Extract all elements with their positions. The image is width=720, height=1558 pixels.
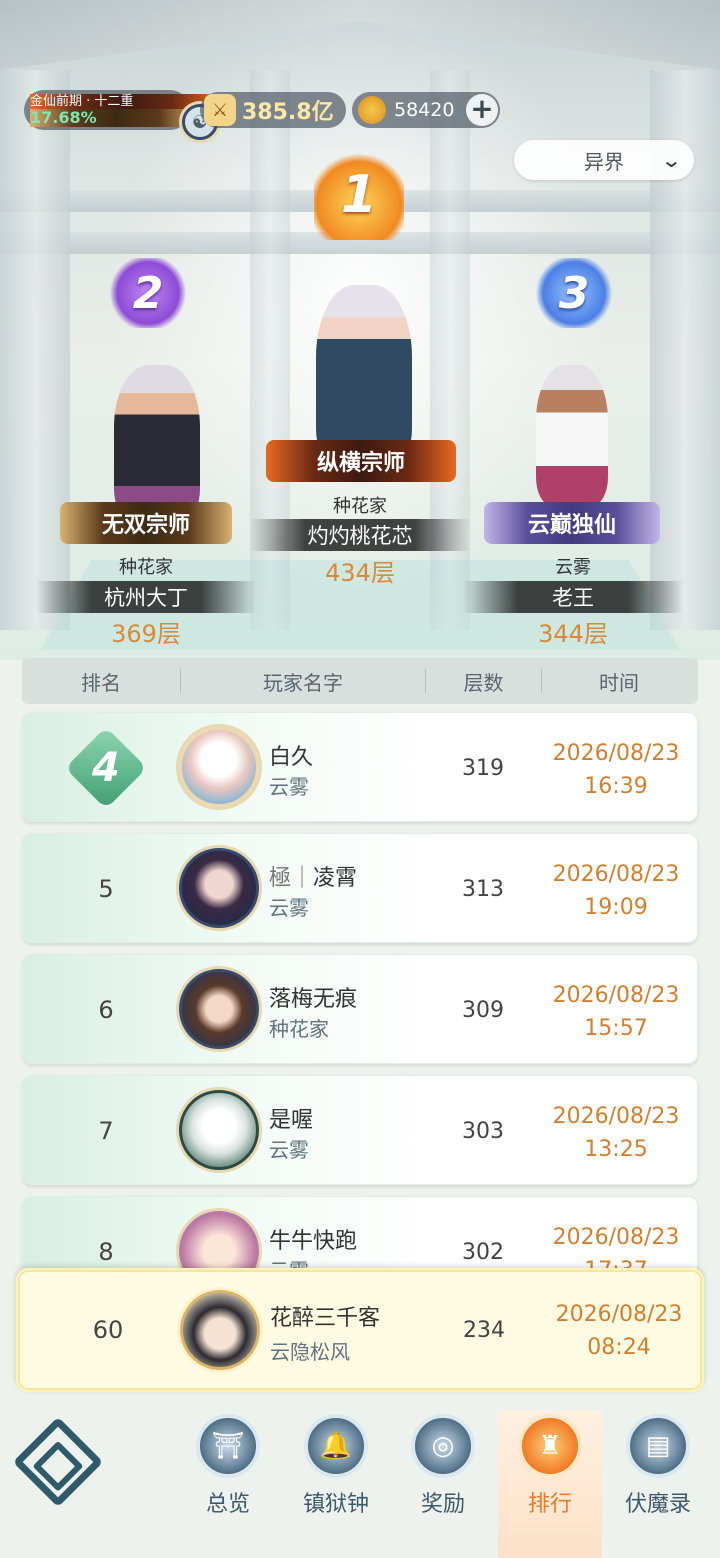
realm-selector-value: 异界 (584, 149, 624, 174)
realm-progress: 17.68% (30, 108, 202, 127)
floors-value: 319 (462, 755, 504, 781)
tab-overview[interactable]: ⛩ 总览 (176, 1410, 280, 1558)
floors-value: 313 (462, 876, 504, 902)
pagoda-icon: ⛩ (196, 1414, 260, 1478)
tab-label: 奖励 (420, 1492, 465, 1517)
game-logo-icon[interactable] (12, 1416, 104, 1508)
rank-number: 5 (98, 875, 114, 903)
roof-eave-left (0, 0, 360, 70)
ranking-table-header: 排名 玩家名字 层数 时间 (22, 658, 698, 704)
my-rank-number: 60 (92, 1316, 124, 1344)
currency-display[interactable]: 58420 + (352, 92, 500, 128)
ranking-icon: ♜ (518, 1414, 582, 1478)
player-sect: 种花家 (269, 1017, 329, 1041)
tab-label: 排行 (527, 1492, 572, 1517)
rank-number: 4 (92, 745, 120, 791)
player-name: 白久 (269, 745, 314, 770)
rank-3-name[interactable]: 老王 (463, 581, 683, 613)
crossed-swords-icon: ⚔ (204, 94, 236, 126)
table-row[interactable]: 5 極｜凌霄 云雾 313 2026/08/23 19:09 (22, 833, 698, 943)
player-name: 牛牛快跑 (269, 1229, 358, 1254)
header-rank: 排名 (81, 670, 121, 695)
player-sect: 云雾 (269, 896, 309, 920)
rank-1-character[interactable] (316, 285, 412, 465)
bottom-navigation: ⛩ 总览 🔔 镇狱钟 ◎ 奖励 ♜ 排行 ▤ 伏魔录 (0, 1400, 720, 1558)
rank-cell: 4 (23, 713, 189, 823)
table-row[interactable]: 4 白久 云雾 319 2026/08/23 16:39 (22, 712, 698, 822)
player-name: 極｜凌霄 (269, 866, 358, 891)
rank-1-sect: 种花家 (333, 496, 387, 517)
rank-3-title: 云巅独仙 (484, 502, 660, 544)
rank-2-badge: 2 (108, 258, 188, 328)
floors-value: 309 (462, 997, 504, 1023)
rank-1-title: 纵横宗师 (266, 440, 456, 482)
roof-eave-right (360, 0, 720, 70)
pillar (0, 70, 70, 630)
time-value: 2026/08/23 15:57 (552, 983, 680, 1041)
scroll-icon: ▤ (626, 1414, 690, 1478)
my-player-name: 花醉三千客 (270, 1306, 381, 1331)
rank-2-floors: 369层 (111, 620, 181, 648)
time-value: 2026/08/23 16:39 (552, 741, 680, 799)
rank-2-title: 无双宗师 (60, 502, 232, 544)
rank-3-floors: 344层 (538, 620, 608, 648)
rank-4-badge: 4 (64, 726, 148, 810)
tab-rewards[interactable]: ◎ 奖励 (391, 1410, 495, 1558)
rank-1-name[interactable]: 灼灼桃花芯 (250, 519, 470, 551)
player-name: 是喔 (269, 1108, 314, 1133)
rank-3-sect: 云雾 (555, 557, 591, 578)
table-row[interactable]: 7 是喔 云雾 303 2026/08/23 13:25 (22, 1075, 698, 1185)
avatar[interactable] (179, 1090, 259, 1170)
tab-ranking[interactable]: ♜ 排行 (498, 1410, 602, 1558)
tab-label: 镇狱钟 (302, 1492, 369, 1517)
player-name: 落梅无痕 (269, 987, 358, 1012)
tab-label: 伏魔录 (624, 1492, 691, 1517)
avatar[interactable] (179, 727, 259, 807)
player-sect: 云雾 (269, 1138, 309, 1162)
header-time: 时间 (599, 670, 639, 695)
header-player-name: 玩家名字 (263, 670, 343, 695)
avatar[interactable] (179, 848, 259, 928)
my-avatar[interactable] (180, 1290, 260, 1370)
realm-status[interactable]: ☯ 金仙前期 · 十二重 17.68% (24, 90, 220, 140)
my-rank-row[interactable]: 60 花醉三千客 云隐松风 234 2026/08/23 08:24 (16, 1268, 704, 1392)
coin-icon (358, 96, 386, 124)
rank-1-badge: 1 (314, 150, 404, 240)
rank-number: 6 (98, 996, 114, 1024)
floors-value: 303 (462, 1118, 504, 1144)
currency-value: 58420 (394, 99, 455, 121)
avatar[interactable] (179, 969, 259, 1049)
my-time-value: 2026/08/23 08:24 (555, 1302, 683, 1360)
rank-1-floors: 434层 (325, 559, 395, 587)
rank-3-badge: 3 (534, 258, 614, 328)
header-floors: 层数 (463, 670, 504, 695)
chevron-down-icon: ⌄ (660, 148, 683, 172)
player-sect: 云雾 (269, 775, 309, 799)
my-floors-value: 234 (463, 1317, 505, 1343)
rank-number: 7 (98, 1117, 114, 1145)
reward-icon: ◎ (411, 1414, 475, 1478)
tab-label: 总览 (205, 1492, 250, 1517)
table-row[interactable]: 6 落梅无痕 种花家 309 2026/08/23 15:57 (22, 954, 698, 1064)
realm-selector-dropdown[interactable]: 异界 ⌄ (514, 140, 694, 180)
rank-2-character[interactable] (114, 365, 200, 520)
rank-2-name[interactable]: 杭州大丁 (36, 581, 256, 613)
tab-demon-records[interactable]: ▤ 伏魔录 (606, 1410, 710, 1558)
add-currency-button[interactable]: + (466, 94, 498, 126)
combat-power[interactable]: ⚔ 385.8亿 (200, 92, 346, 128)
time-value: 2026/08/23 13:25 (552, 1104, 680, 1162)
rank-3-character[interactable] (536, 365, 608, 505)
rank-2-sect: 种花家 (119, 557, 173, 578)
my-player-sect: 云隐松风 (270, 1340, 350, 1364)
bell-icon: 🔔 (304, 1414, 368, 1478)
tab-bell[interactable]: 🔔 镇狱钟 (284, 1410, 388, 1558)
time-value: 2026/08/23 19:09 (552, 862, 680, 920)
combat-power-value: 385.8亿 (242, 100, 334, 125)
